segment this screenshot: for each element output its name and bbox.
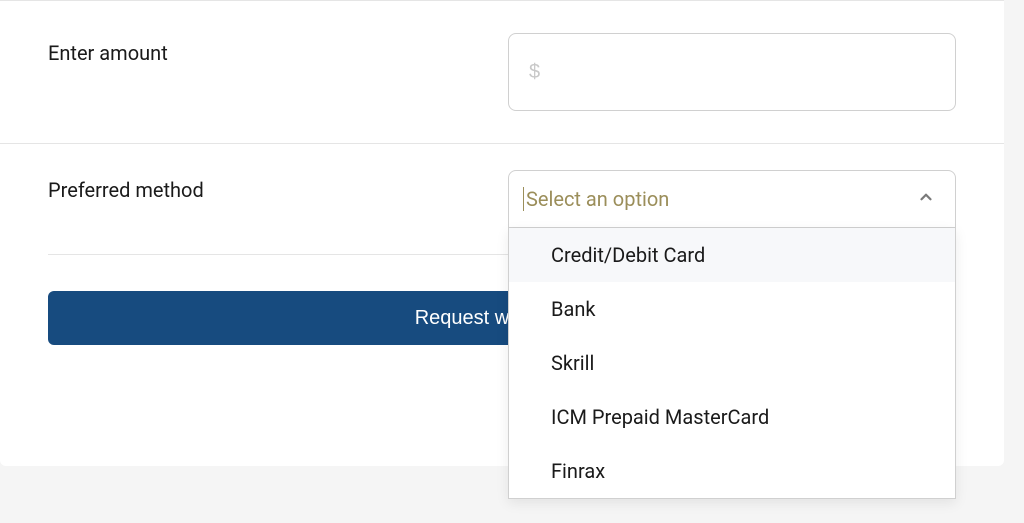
withdrawal-form-card: Enter amount Preferred method Select an …	[0, 0, 1004, 466]
amount-label: Enter amount	[48, 33, 508, 65]
method-option[interactable]: ICM Prepaid MasterCard	[509, 390, 955, 444]
method-label: Preferred method	[48, 170, 508, 202]
method-select: Select an option Credit/Debit Card Bank …	[508, 170, 956, 228]
chevron-up-icon	[917, 188, 935, 210]
method-control: Select an option Credit/Debit Card Bank …	[508, 170, 956, 228]
method-placeholder: Select an option	[523, 187, 669, 211]
method-row: Preferred method Select an option Credit…	[0, 143, 1004, 254]
method-dropdown: Credit/Debit Card Bank Skrill ICM Prepai…	[508, 228, 956, 499]
amount-row: Enter amount	[0, 0, 1004, 143]
method-option[interactable]: Skrill	[509, 336, 955, 390]
method-option[interactable]: Bank	[509, 282, 955, 336]
method-option[interactable]: Credit/Debit Card	[509, 228, 955, 282]
method-option[interactable]: Finrax	[509, 444, 955, 498]
amount-control	[508, 33, 956, 111]
method-select-box[interactable]: Select an option	[508, 170, 956, 228]
amount-input[interactable]	[508, 33, 956, 111]
